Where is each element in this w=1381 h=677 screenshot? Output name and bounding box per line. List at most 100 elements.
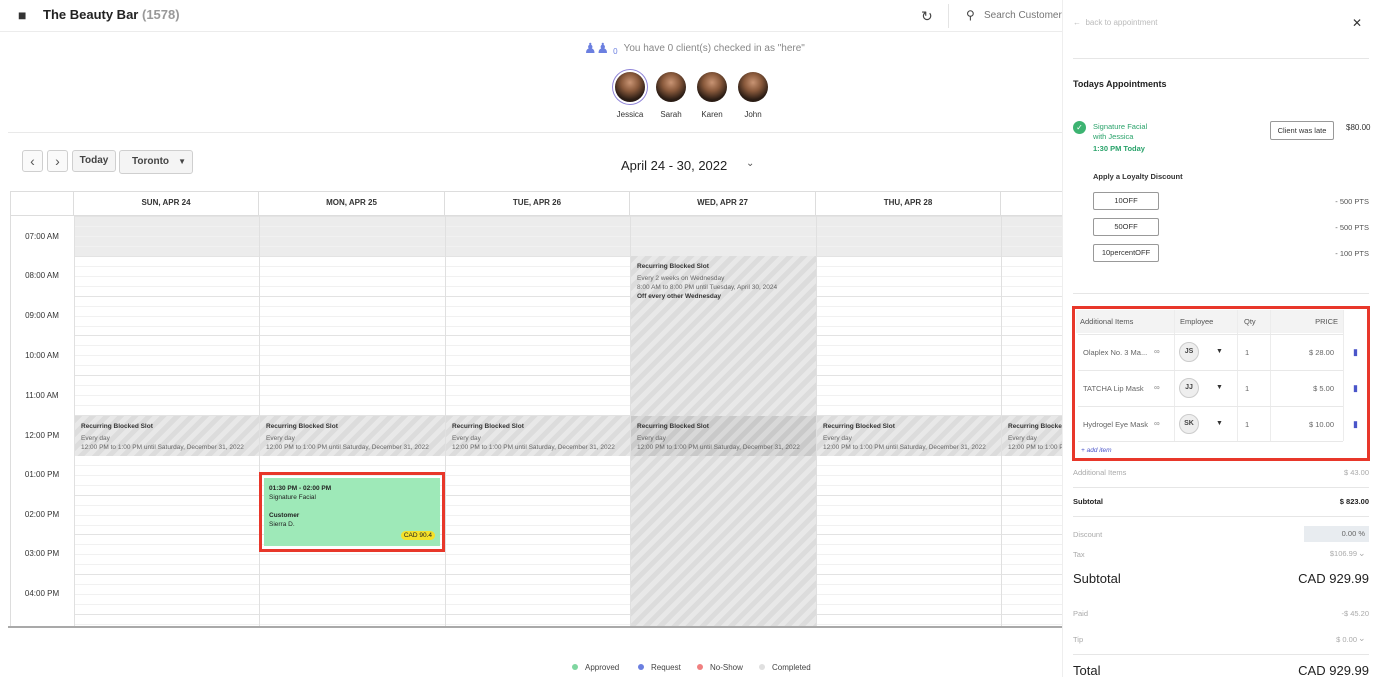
close-icon[interactable]: ✕	[1352, 16, 1362, 30]
item-qty[interactable]: 1	[1245, 384, 1249, 393]
item-price[interactable]: $ 28.00	[1280, 348, 1334, 357]
divider	[1073, 516, 1369, 517]
checkin-count: 0	[613, 47, 618, 56]
quarter-line	[74, 525, 1062, 526]
quarter-line	[74, 365, 1062, 366]
summary-additional-label: Additional Items	[1073, 468, 1127, 477]
trash-icon[interactable]: ▮	[1353, 383, 1358, 394]
blocked-range: 12:00 PM to 1:00 PM until Saturday, Dece…	[637, 444, 800, 451]
blocked-slot[interactable]: Recurring Blocked Slot Every day 12:00 PM …	[260, 416, 445, 456]
hour-line	[74, 375, 1062, 376]
todays-appointments-title: Todays Appointments	[1073, 79, 1167, 89]
legend-label: Request	[651, 663, 681, 672]
employee-avatar[interactable]: JJ	[1179, 378, 1199, 398]
item-price[interactable]: $ 10.00	[1280, 420, 1334, 429]
quarter-line	[74, 395, 1062, 396]
subtotal-total-label: Subtotal	[1073, 571, 1121, 586]
staff-john[interactable]: John	[728, 72, 778, 119]
quarter-line	[74, 246, 1062, 247]
chevron-down-icon: ▼	[178, 157, 186, 166]
brand-count: (1578)	[142, 7, 180, 22]
quarter-line	[74, 316, 1062, 317]
client-late-button[interactable]: Client was late	[1270, 121, 1334, 140]
quarter-line	[74, 266, 1062, 267]
caret-down-icon[interactable]: ▼	[1216, 348, 1223, 355]
trash-icon[interactable]: ▮	[1353, 347, 1358, 358]
service-staff: with Jessica	[1093, 132, 1134, 141]
search-input[interactable]	[984, 5, 1064, 25]
loyalty-title: Apply a Loyalty Discount	[1093, 172, 1183, 181]
back-link[interactable]: ← back to appointment	[1073, 18, 1158, 27]
employee-avatar[interactable]: JS	[1179, 342, 1199, 362]
blocked-recurrence: Every 2 weeks on Wednesday	[637, 275, 725, 282]
add-item-link[interactable]: + add item	[1081, 447, 1112, 454]
trash-icon[interactable]: ▮	[1353, 419, 1358, 430]
time-label: 03:00 PM	[24, 549, 60, 558]
chevron-down-icon[interactable]: ⌄	[746, 158, 754, 169]
employee-avatar[interactable]: SK	[1179, 414, 1199, 434]
blocked-slot[interactable]: Recurring Blocked Slot Every day 12:00 PM …	[75, 416, 259, 456]
quarter-line	[74, 286, 1062, 287]
blocked-range: 12:00 PM to 1:00 PM until Saturday, Dece…	[81, 444, 244, 451]
blocked-slot[interactable]: Recurring Blocke Every day 12:00 PM to 1:0…	[1002, 416, 1062, 456]
timezone-select[interactable]: Toronto ▼	[119, 150, 193, 174]
discount-label: Discount	[1073, 530, 1103, 539]
quarter-line	[74, 604, 1062, 605]
tip-value[interactable]: $ 0.00	[1240, 635, 1357, 644]
link-icon[interactable]: ∞	[1154, 419, 1160, 428]
discount-button[interactable]: 10OFF	[1093, 192, 1159, 210]
prev-week-button[interactable]: ‹	[22, 150, 43, 172]
caret-down-icon[interactable]: ▼	[1216, 384, 1223, 391]
time-label: 07:00 AM	[25, 232, 59, 241]
avatar	[738, 72, 768, 102]
link-icon[interactable]: ∞	[1154, 383, 1160, 392]
item-qty[interactable]: 1	[1245, 348, 1249, 357]
status-dot	[638, 664, 644, 670]
item-name[interactable]: TATCHA Lip Mask	[1083, 384, 1144, 393]
service-info[interactable]: Signature Facial with Jessica 1:30 PM To…	[1093, 122, 1147, 154]
divider	[1073, 487, 1369, 488]
item-name[interactable]: Olaplex No. 3 Ma...	[1083, 348, 1147, 357]
column-divider	[1270, 310, 1271, 441]
next-week-button[interactable]: ›	[47, 150, 68, 172]
time-label: 11:00 AM	[25, 391, 59, 400]
time-label: 02:00 PM	[24, 510, 60, 519]
item-price[interactable]: $ 5.00	[1280, 384, 1334, 393]
search-icon[interactable]: ⚲	[966, 8, 975, 22]
discount-button[interactable]: 50OFF	[1093, 218, 1159, 236]
blocked-title: Recurring Blocked Slot	[81, 423, 153, 430]
time-label: 01:00 PM	[24, 470, 60, 479]
tax-value[interactable]: $106.99	[1240, 549, 1357, 558]
check-circle-icon: ✓	[1073, 121, 1086, 134]
checkin-message: You have 0 client(s) checked in as "here…	[623, 43, 805, 54]
blocked-slot[interactable]: Recurring Blocked Slot Every day 12:00 PM …	[631, 416, 816, 456]
blocked-slot[interactable]: Recurring Blocked Slot Every day 12:00 PM …	[817, 416, 1001, 456]
appointment-price-badge: CAD 90.4	[400, 531, 435, 540]
refresh-icon[interactable]: ↻	[921, 8, 933, 25]
quarter-line	[74, 306, 1062, 307]
divider	[948, 4, 949, 28]
item-qty[interactable]: 1	[1245, 420, 1249, 429]
blocked-recurrence: Every day	[81, 435, 110, 442]
caret-down-icon[interactable]: ▼	[1216, 420, 1223, 427]
date-range: April 24 - 30, 2022	[621, 158, 728, 173]
back-label: back to appointment	[1085, 18, 1158, 27]
day-header: TUE, APR 26	[445, 192, 630, 216]
checkin-summary: ♟♟ 0 You have 0 client(s) checked in as "h…	[584, 40, 805, 57]
item-name[interactable]: Hydrogel Eye Mask	[1083, 420, 1148, 429]
time-label: 12:00 PM	[24, 431, 60, 440]
today-button[interactable]: Today	[72, 150, 116, 172]
blocked-range: 12:00 PM to 1:00 PM until Saturday, Dece…	[266, 444, 429, 451]
service-name: Signature Facial	[1093, 122, 1148, 131]
discount-button[interactable]: 10percentOFF	[1093, 244, 1159, 262]
link-icon[interactable]: ∞	[1154, 347, 1160, 356]
hour-line	[74, 534, 1062, 535]
chevron-down-icon[interactable]: ⌄	[1358, 548, 1366, 559]
blocked-slot[interactable]: Recurring Blocked Slot Every day 12:00 PM …	[446, 416, 630, 456]
chevron-down-icon[interactable]: ⌄	[1358, 633, 1366, 644]
discount-input[interactable]: 0.00 %	[1304, 526, 1369, 542]
appointment-time: 01:30 PM - 02:00 PM	[269, 485, 332, 492]
appointment-card[interactable]: 01:30 PM - 02:00 PM Signature Facial Cus…	[264, 478, 440, 546]
blocked-range: 12:00 PM to 1:00 PM	[1008, 444, 1062, 451]
quarter-line	[74, 505, 1062, 506]
